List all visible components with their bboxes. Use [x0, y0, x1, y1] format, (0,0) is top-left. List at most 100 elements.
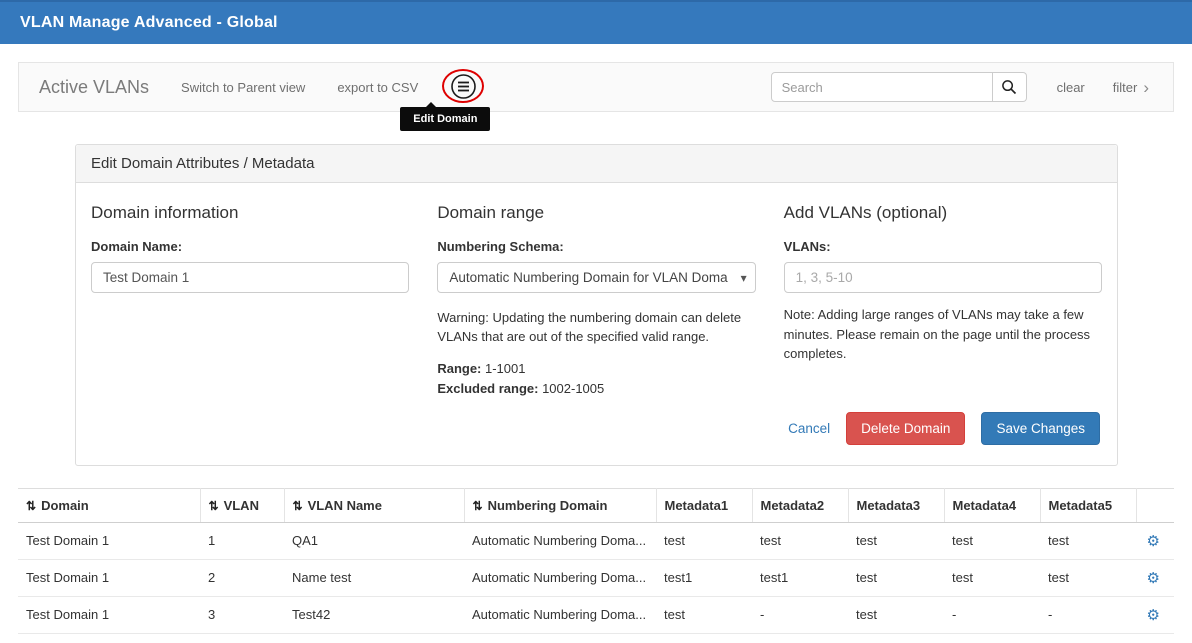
hamburger-menu-icon	[450, 73, 477, 100]
cell-vlan-name: Test42	[284, 596, 464, 633]
app-title: VLAN Manage Advanced - Global	[20, 14, 278, 32]
cell-metadata4: test	[944, 522, 1040, 559]
col-header-numbering-domain[interactable]: ⇅ Numbering Domain	[464, 488, 656, 522]
col-header-actions	[1136, 488, 1174, 522]
edit-domain-panel: Edit Domain Attributes / Metadata Domain…	[75, 144, 1118, 466]
tooltip-label: Edit Domain	[413, 113, 477, 125]
cell-vlan-name: QA1	[284, 522, 464, 559]
vlans-input[interactable]	[784, 262, 1102, 293]
cell-vlan-name: Name test	[284, 559, 464, 596]
sort-icon: ⇅	[209, 499, 219, 513]
filter-link[interactable]: filter ›	[1113, 79, 1149, 96]
sort-icon: ⇅	[293, 499, 303, 513]
col-header-vlan-name[interactable]: ⇅ VLAN Name	[284, 488, 464, 522]
excluded-range-value: 1002-1005	[538, 381, 604, 396]
table-row: Test Domain 1 2 Name test Automatic Numb…	[18, 559, 1174, 596]
chevron-right-icon: ›	[1143, 79, 1149, 96]
caret-down-icon: ▾	[741, 271, 747, 285]
cell-numbering-domain: Automatic Numbering Doma...	[464, 559, 656, 596]
gear-icon[interactable]: ⚙	[1147, 533, 1160, 550]
search-button[interactable]	[993, 72, 1027, 102]
col-label: Domain	[41, 498, 89, 513]
col-header-vlan[interactable]: ⇅ VLAN	[200, 488, 284, 522]
toolbar-right: clear filter ›	[771, 72, 1153, 102]
page-title: Active VLANs	[39, 77, 149, 98]
toolbar: Active VLANs Switch to Parent view expor…	[18, 62, 1174, 112]
cell-vlan: 3	[200, 596, 284, 633]
switch-parent-view-link[interactable]: Switch to Parent view	[181, 80, 305, 95]
sort-icon: ⇅	[473, 499, 483, 513]
cell-metadata4: test	[944, 559, 1040, 596]
panel-body: Domain information Domain Name: Domain r…	[76, 183, 1117, 465]
domain-range-heading: Domain range	[437, 203, 755, 223]
cell-numbering-domain: Automatic Numbering Doma...	[464, 596, 656, 633]
cell-metadata2: -	[752, 596, 848, 633]
table-row: Test Domain 1 1 QA1 Automatic Numbering …	[18, 522, 1174, 559]
numbering-schema-label: Numbering Schema:	[437, 239, 755, 254]
domain-information-section: Domain information Domain Name:	[91, 199, 409, 396]
range-label: Range:	[437, 361, 481, 376]
cell-vlan: 1	[200, 522, 284, 559]
domain-menu-button[interactable]	[450, 73, 477, 100]
table-header-row: ⇅ Domain ⇅ VLAN ⇅ VLAN Name ⇅ Numbering Doma…	[18, 488, 1174, 522]
cell-metadata5: test	[1040, 559, 1136, 596]
cell-domain: Test Domain 1	[18, 522, 200, 559]
domain-information-heading: Domain information	[91, 203, 409, 223]
add-vlans-heading: Add VLANs (optional)	[784, 203, 1102, 223]
panel-heading: Edit Domain Attributes / Metadata	[76, 145, 1117, 183]
edit-domain-tooltip: Edit Domain	[400, 107, 490, 131]
vlan-table: ⇅ Domain ⇅ VLAN ⇅ VLAN Name ⇅ Numbering Doma…	[18, 488, 1174, 634]
app-header: VLAN Manage Advanced - Global	[0, 0, 1192, 44]
domain-menu-wrap: Edit Domain	[450, 73, 478, 101]
col-label: Numbering Domain	[488, 498, 608, 513]
excluded-range-label: Excluded range:	[437, 381, 538, 396]
export-csv-link[interactable]: export to CSV	[337, 80, 418, 95]
col-header-metadata1: Metadata1	[656, 488, 752, 522]
cell-metadata2: test1	[752, 559, 848, 596]
col-header-metadata2: Metadata2	[752, 488, 848, 522]
cell-domain: Test Domain 1	[18, 559, 200, 596]
col-label: VLAN	[224, 498, 259, 513]
cell-metadata1: test	[656, 596, 752, 633]
col-header-metadata5: Metadata5	[1040, 488, 1136, 522]
filter-label: filter	[1113, 80, 1138, 95]
sort-icon: ⇅	[26, 499, 36, 513]
cell-metadata1: test1	[656, 559, 752, 596]
cancel-link[interactable]: Cancel	[788, 421, 830, 436]
table-row: Test Domain 1 3 Test42 Automatic Numberi…	[18, 596, 1174, 633]
panel-actions: Cancel Delete Domain Save Changes	[91, 412, 1102, 445]
vlans-label: VLANs:	[784, 239, 1102, 254]
cell-metadata1: test	[656, 522, 752, 559]
col-header-metadata4: Metadata4	[944, 488, 1040, 522]
col-header-metadata3: Metadata3	[848, 488, 944, 522]
cell-vlan: 2	[200, 559, 284, 596]
col-label: VLAN Name	[308, 498, 382, 513]
cell-numbering-domain: Automatic Numbering Doma...	[464, 522, 656, 559]
domain-name-label: Domain Name:	[91, 239, 409, 254]
cell-metadata5: -	[1040, 596, 1136, 633]
search-icon	[1001, 79, 1017, 95]
delete-domain-button[interactable]: Delete Domain	[846, 412, 965, 445]
cell-metadata3: test	[848, 596, 944, 633]
add-vlans-section: Add VLANs (optional) VLANs: Note: Adding…	[784, 199, 1102, 396]
domain-name-input[interactable]	[91, 262, 409, 293]
cell-metadata3: test	[848, 559, 944, 596]
vlans-note-text: Note: Adding large ranges of VLANs may t…	[784, 305, 1102, 364]
search-input[interactable]	[771, 72, 993, 102]
clear-link[interactable]: clear	[1057, 80, 1085, 95]
numbering-schema-select[interactable]: Automatic Numbering Domain for VLAN Doma…	[437, 262, 755, 293]
gear-icon[interactable]: ⚙	[1147, 607, 1160, 624]
cell-metadata2: test	[752, 522, 848, 559]
cell-domain: Test Domain 1	[18, 596, 200, 633]
domain-range-section: Domain range Numbering Schema: Automatic…	[437, 199, 755, 396]
range-warning-text: Warning: Updating the numbering domain c…	[437, 309, 755, 347]
numbering-schema-value: Automatic Numbering Domain for VLAN Doma	[449, 270, 727, 285]
cell-metadata3: test	[848, 522, 944, 559]
col-header-domain[interactable]: ⇅ Domain	[18, 488, 200, 522]
gear-icon[interactable]: ⚙	[1147, 570, 1160, 587]
save-changes-button[interactable]: Save Changes	[981, 412, 1100, 445]
tooltip-arrow-icon	[426, 102, 436, 107]
excluded-range-line: Excluded range: 1002-1005	[437, 381, 755, 396]
range-value: 1-1001	[481, 361, 525, 376]
page: VLAN Manage Advanced - Global Active VLA…	[0, 0, 1192, 643]
